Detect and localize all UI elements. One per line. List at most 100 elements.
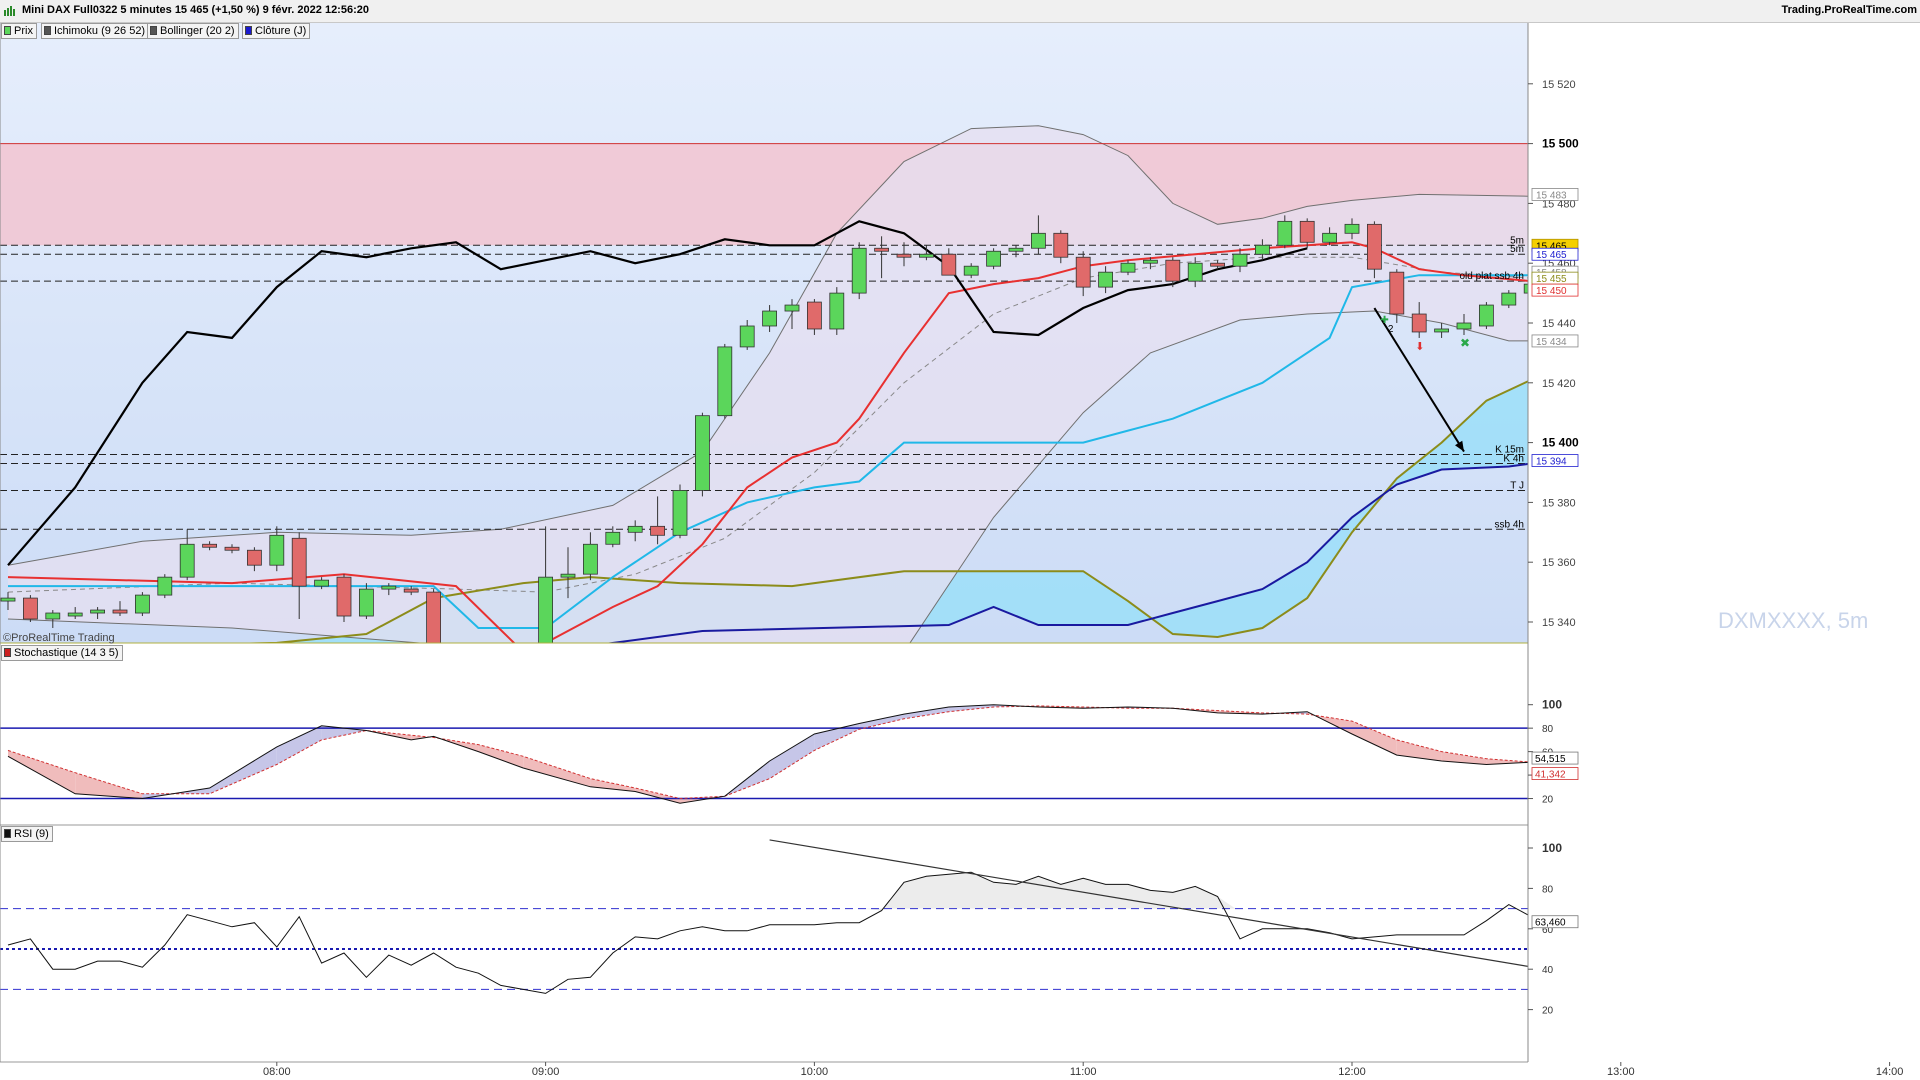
x-tick-label: 13:00 <box>1607 1066 1635 1078</box>
price-tag-label: 15 455 <box>1536 274 1567 285</box>
buy-signal-icon: ✚ <box>1380 315 1388 326</box>
close-swatch-icon <box>245 26 252 35</box>
candle <box>874 247 889 252</box>
candle <box>941 253 957 276</box>
stoch-y-tick-label: 80 <box>1542 724 1554 735</box>
x-tick-label: 11:00 <box>1070 1066 1097 1078</box>
stoch-y-tick-label: 100 <box>1542 698 1562 712</box>
time-axis-background <box>0 1063 1528 1080</box>
legend-item-ichimoku[interactable]: Ichimoku (9 26 52) <box>41 23 150 39</box>
chart-title: Mini DAX Full0322 5 minutes 15 465 (+1,5… <box>22 4 369 16</box>
candle <box>1367 223 1382 270</box>
candle <box>1143 259 1158 264</box>
price-tag-label: 15 450 <box>1536 286 1567 297</box>
y-tick-label: 15 440 <box>1542 318 1576 330</box>
y-tick-label: 15 520 <box>1542 79 1576 91</box>
candle <box>1053 232 1069 258</box>
stoch-swatch-icon <box>4 648 11 657</box>
candle <box>650 525 665 536</box>
candle <box>381 585 397 590</box>
y-tick-label: 15 400 <box>1542 436 1579 450</box>
reference-line-label: old plat ssb 4h <box>1460 271 1525 282</box>
price-tag-label: 15 465 <box>1536 250 1567 261</box>
reference-line-label: T J <box>1510 480 1524 491</box>
sell-signal-icon: ⬇ <box>1415 341 1424 353</box>
candle <box>202 543 218 548</box>
legend-item-bollinger[interactable]: Bollinger (20 2) <box>147 23 239 39</box>
candle <box>1389 271 1405 315</box>
price-swatch-icon <box>4 26 11 35</box>
candle <box>1075 256 1091 288</box>
stoch-d-tag-label: 41,342 <box>1535 770 1566 781</box>
candle <box>627 525 643 533</box>
rsi-label: RSI (9) <box>14 828 49 840</box>
x-tick-label: 10:00 <box>801 1066 829 1078</box>
x-tick-label: 08:00 <box>263 1066 291 1078</box>
candle <box>695 415 710 491</box>
y-tick-label: 15 420 <box>1542 378 1576 390</box>
legend-item-close[interactable]: Clôture (J) <box>242 23 311 39</box>
candle <box>67 612 83 617</box>
candle <box>0 597 16 602</box>
candle <box>896 253 912 258</box>
reference-line-label: ssb 4h <box>1495 519 1524 530</box>
candle <box>1456 322 1472 330</box>
candle <box>45 612 61 620</box>
candle <box>1322 232 1337 243</box>
reference-line-label: 5m <box>1510 244 1524 255</box>
symbol-watermark: DXMXXXX, 5m <box>1718 608 1869 633</box>
candle <box>829 292 845 330</box>
bollinger-swatch-icon <box>150 26 157 35</box>
header-bar: Mini DAX Full0322 5 minutes 15 465 (+1,5… <box>0 0 1920 23</box>
x-tick-label: 14:00 <box>1876 1066 1904 1078</box>
candle <box>426 591 442 643</box>
candle <box>1501 292 1517 306</box>
candle <box>179 543 195 578</box>
candle <box>1255 244 1270 255</box>
candle <box>246 549 262 566</box>
candle <box>314 579 330 587</box>
candle <box>1187 262 1203 282</box>
rsi-y-tick-label: 100 <box>1542 841 1562 855</box>
y-tick-label: 15 360 <box>1542 557 1576 569</box>
x-tick-label: 09:00 <box>532 1066 560 1078</box>
legend-label: Prix <box>14 25 33 37</box>
stoch-label: Stochastique (14 3 5) <box>14 647 119 659</box>
legend-item-price[interactable]: Prix <box>1 23 37 39</box>
brand-link[interactable]: Trading.ProRealTime.com <box>1781 4 1917 16</box>
y-tick-label: 15 340 <box>1542 617 1576 629</box>
legend-label: Ichimoku (9 26 52) <box>54 25 146 37</box>
candle <box>672 490 688 536</box>
rsi-swatch-icon <box>4 829 11 838</box>
candle <box>1434 328 1449 333</box>
candle <box>762 310 777 327</box>
copyright-label: ©ProRealTime Trading <box>3 632 115 644</box>
reference-line-label: K 4h <box>1503 454 1524 465</box>
candle <box>1479 304 1494 327</box>
candle <box>1031 232 1046 249</box>
candle <box>1165 259 1181 282</box>
candle <box>560 573 576 578</box>
candle <box>1008 247 1024 252</box>
price-tag-label: 15 394 <box>1536 457 1567 468</box>
y-tick-label: 15 500 <box>1542 137 1579 151</box>
candle <box>1299 220 1315 243</box>
candle <box>851 247 867 294</box>
rsi-y-tick-label: 80 <box>1542 884 1554 895</box>
price-tag-label: 15 434 <box>1536 337 1567 348</box>
chart-canvas[interactable]: 2✚✖⬇15 4655m5mold plat ssb 4hK 15mK 4hT … <box>0 0 1920 1080</box>
candle <box>1098 271 1113 288</box>
stoch-y-tick-label: 20 <box>1542 795 1554 806</box>
legend-label: Bollinger (20 2) <box>160 25 235 37</box>
rsi-tag-label: 63,460 <box>1535 918 1566 929</box>
ichimoku-swatch-icon <box>44 26 51 35</box>
price-tag-label: 15 483 <box>1536 190 1567 201</box>
candle <box>583 543 598 575</box>
stoch-panel-label[interactable]: Stochastique (14 3 5) <box>1 645 123 661</box>
legend-label: Clôture (J) <box>255 25 307 37</box>
candle <box>112 609 128 614</box>
rsi-panel-label[interactable]: RSI (9) <box>1 826 53 842</box>
candle <box>336 576 352 617</box>
candle <box>717 346 733 417</box>
candle <box>605 531 621 545</box>
